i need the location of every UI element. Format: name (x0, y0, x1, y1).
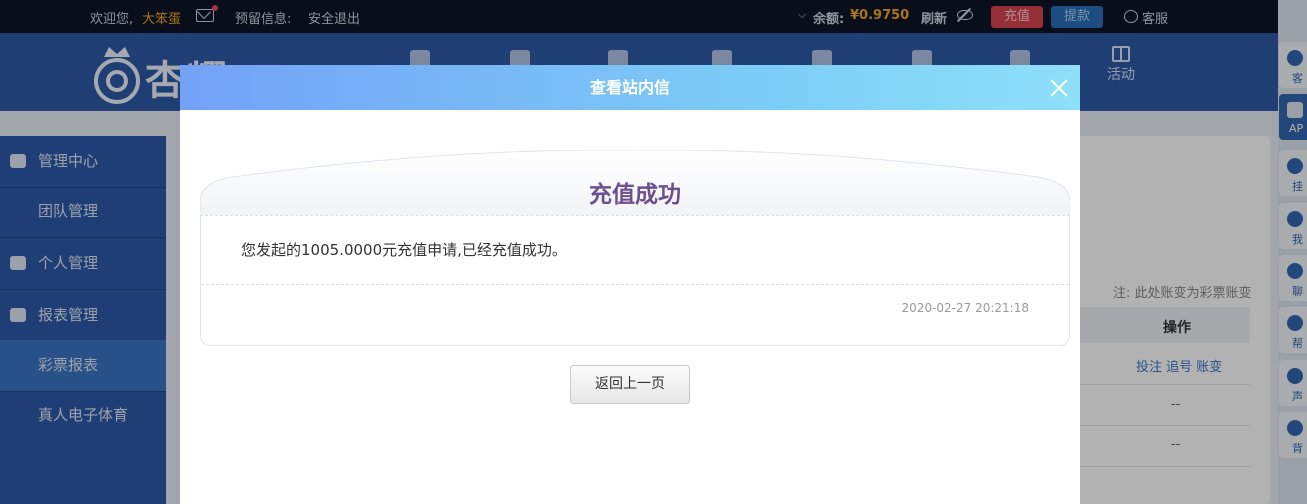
close-icon[interactable] (1048, 77, 1070, 99)
letter-card: 您发起的1005.0000元充值申请,已经充值成功。 2020-02-27 20… (200, 150, 1070, 346)
letter-divider (201, 284, 1069, 285)
letter-timestamp: 2020-02-27 20:21:18 (901, 301, 1029, 315)
letter-message: 您发起的1005.0000元充值申请,已经充值成功。 (241, 241, 567, 259)
letter-title: 充值成功 (589, 182, 681, 208)
modal-header: 查看站内信 (180, 65, 1080, 110)
message-modal: 查看站内信 您发起的1005.0000元充值申请,已经充值成功。 2020-02… (180, 65, 1080, 504)
back-button[interactable]: 返回上一页 (570, 365, 690, 404)
letter-body: 您发起的1005.0000元充值申请,已经充值成功。 2020-02-27 20… (200, 215, 1070, 346)
modal-title: 查看站内信 (589, 78, 670, 97)
